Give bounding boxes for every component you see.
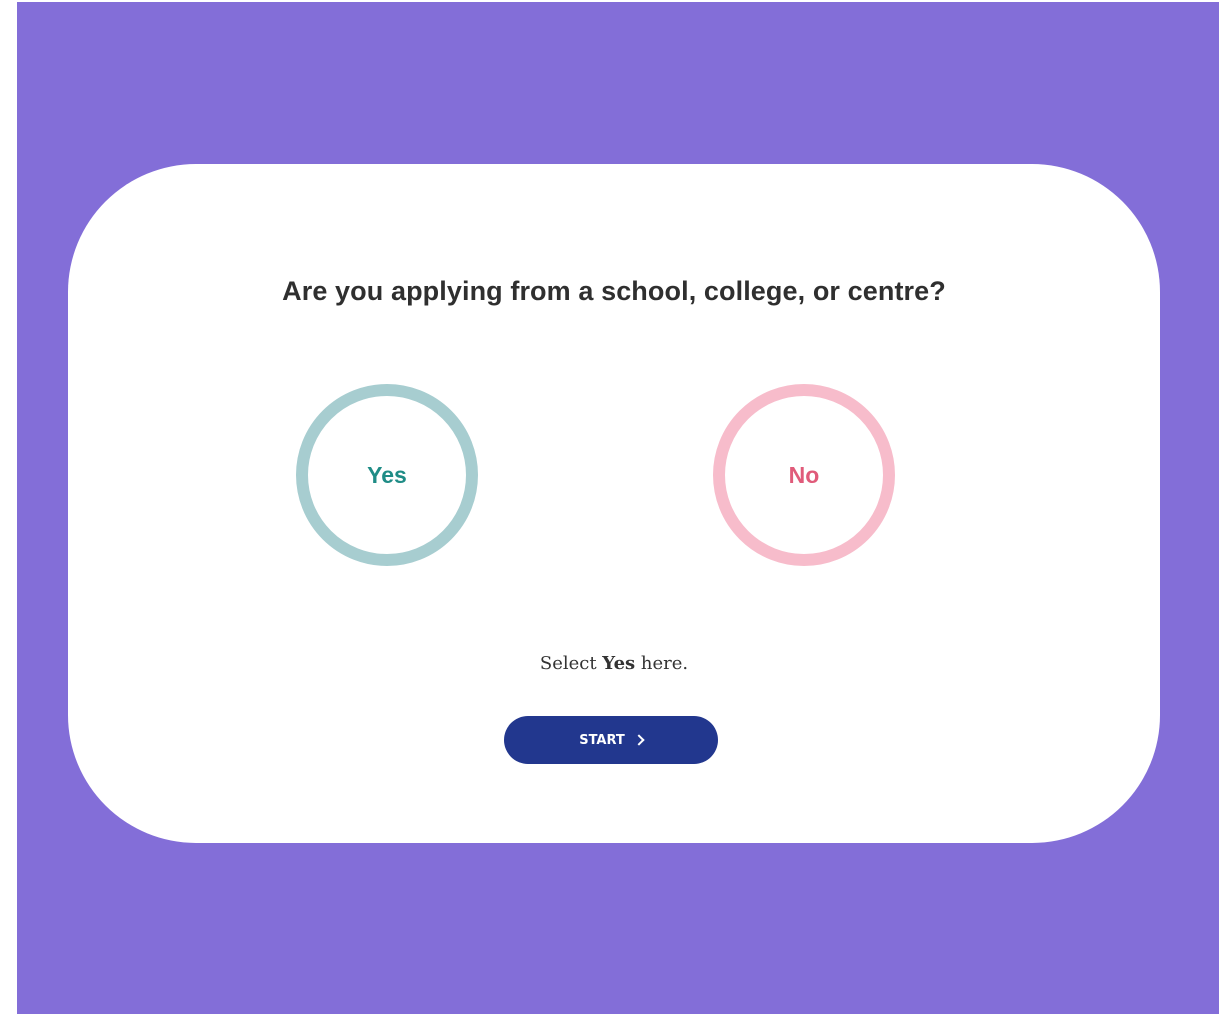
yes-option[interactable]: Yes bbox=[296, 384, 478, 566]
yes-option-label: Yes bbox=[367, 461, 407, 488]
start-button-label: START bbox=[579, 732, 625, 748]
no-option[interactable]: No bbox=[713, 384, 895, 566]
question-card: Are you applying from a school, college,… bbox=[68, 164, 1160, 843]
instruction-emphasis: Yes bbox=[602, 653, 636, 674]
instruction-text: Select Yes here. bbox=[68, 653, 1160, 674]
question-title: Are you applying from a school, college,… bbox=[282, 276, 946, 306]
instruction-suffix: here. bbox=[635, 653, 689, 674]
no-option-label: No bbox=[788, 461, 820, 488]
instruction-prefix: Select bbox=[539, 653, 603, 674]
start-button[interactable]: START bbox=[504, 716, 718, 764]
page-background: Are you applying from a school, college,… bbox=[17, 2, 1219, 1014]
chevron-right-icon bbox=[633, 734, 645, 746]
